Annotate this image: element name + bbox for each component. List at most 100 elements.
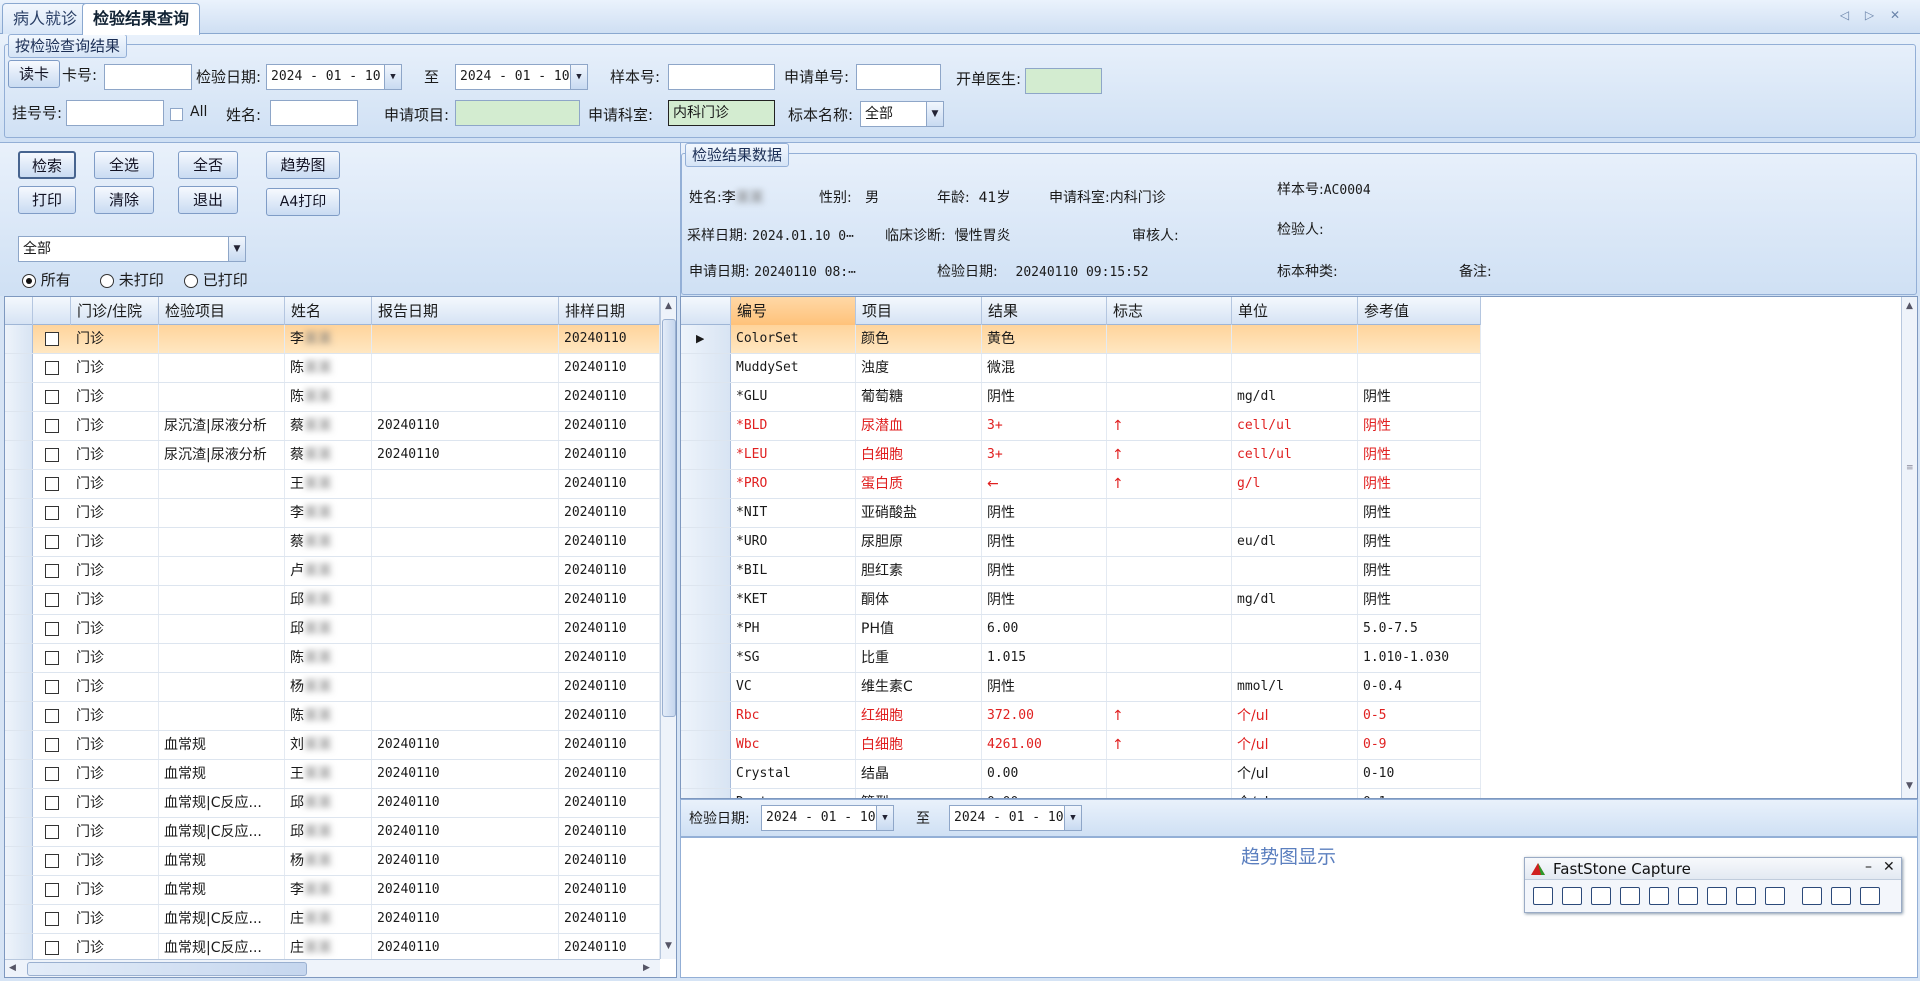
result-row[interactable]: Wbc 白细胞 4261.00 ↑ 个/ul 0-9 [681, 731, 1481, 760]
name-input[interactable] [270, 100, 358, 126]
chevron-down-icon[interactable]: ▼ [228, 237, 245, 261]
col-header-unit[interactable]: 单位 [1232, 297, 1358, 325]
table-row[interactable]: 门诊 李某某 20240110 [5, 499, 660, 528]
chevron-down-icon[interactable]: ▼ [1064, 806, 1081, 830]
result-row[interactable]: *BIL 胆红素 阴性 阴性 [681, 557, 1481, 586]
result-row[interactable]: *URO 尿胆原 阴性 eu/dl 阴性 [681, 528, 1481, 557]
capture-fullscreen-icon[interactable] [1678, 887, 1698, 905]
row-checkbox[interactable] [45, 564, 59, 578]
table-row[interactable]: 门诊 陈某某 20240110 [5, 383, 660, 412]
scroll-down-icon[interactable]: ▼ [665, 941, 672, 951]
row-checkbox[interactable] [45, 622, 59, 636]
sample-no-input[interactable] [668, 64, 775, 90]
capture-open-icon[interactable] [1533, 887, 1553, 905]
radio-unprinted-dot[interactable] [100, 273, 114, 288]
row-checkbox[interactable] [45, 477, 59, 491]
col-header-code[interactable]: 编号 [731, 297, 856, 325]
tab-lab-result-query[interactable]: 检验结果查询 [82, 3, 201, 35]
capture-freehand-icon[interactable] [1649, 887, 1669, 905]
row-header[interactable] [681, 702, 731, 730]
capture-object-icon[interactable] [1591, 887, 1611, 905]
select-none-button[interactable]: 全否 [178, 151, 238, 179]
all-checkbox[interactable] [170, 108, 183, 121]
row-header[interactable] [5, 441, 33, 469]
radio-printed-dot[interactable] [184, 273, 198, 288]
result-row[interactable]: *GLU 葡萄糖 阴性 mg/dl 阴性 [681, 383, 1481, 412]
tab-patient-visit[interactable]: 病人就诊 [2, 3, 89, 34]
request-dept-input[interactable]: 内科门诊 [668, 100, 775, 126]
row-header[interactable] [5, 557, 33, 585]
row-header[interactable] [5, 905, 33, 933]
row-header[interactable] [681, 789, 731, 798]
col-header-type[interactable]: 门诊/住院 [71, 297, 159, 325]
col-header-sched-date[interactable]: 排样日期 [559, 297, 660, 325]
timer-icon[interactable] [1802, 887, 1822, 905]
row-checkbox[interactable] [45, 941, 59, 955]
row-header[interactable]: ▶ [681, 325, 731, 353]
result-row[interactable]: *KET 酮体 阴性 mg/dl 阴性 [681, 586, 1481, 615]
row-header[interactable] [681, 673, 731, 701]
col-header-report-date[interactable]: 报告日期 [372, 297, 559, 325]
row-header[interactable] [681, 760, 731, 788]
close-icon[interactable]: ✕ [1883, 859, 1895, 875]
row-header[interactable] [681, 731, 731, 759]
row-header[interactable] [681, 499, 731, 527]
a4-print-button[interactable]: A4打印 [266, 188, 340, 216]
trend-date-to[interactable]: 2024 - 01 - 10 ▼ [949, 805, 1082, 831]
capture-fixed-icon[interactable] [1736, 887, 1756, 905]
radio-unprinted[interactable]: 未打印 [100, 269, 164, 290]
col-header-ref[interactable]: 参考值 [1358, 297, 1481, 325]
col-header-flag[interactable]: 标志 [1107, 297, 1232, 325]
scroll-right-icon[interactable]: ▶ [643, 963, 650, 973]
table-row[interactable]: 门诊 李某某 20240110 [5, 325, 660, 354]
table-row[interactable]: 门诊 卢某某 20240110 [5, 557, 660, 586]
row-checkbox[interactable] [45, 390, 59, 404]
row-header[interactable] [5, 528, 33, 556]
trend-chart-button[interactable]: 趋势图 [266, 151, 340, 179]
patient-grid-hscroll[interactable]: ◀ ▶ [5, 959, 660, 977]
row-checkbox[interactable] [45, 651, 59, 665]
result-row[interactable]: Crystal 结晶 0.00 个/ul 0-10 [681, 760, 1481, 789]
row-checkbox[interactable] [45, 709, 59, 723]
row-header[interactable] [681, 470, 731, 498]
result-grid-vscroll[interactable]: ▲ ≡ ▼ [1901, 297, 1917, 798]
result-row[interactable]: *BLD 尿潜血 3+ ↑ cell/ul 阴性 [681, 412, 1481, 441]
row-header[interactable] [5, 673, 33, 701]
table-row[interactable]: 门诊 血常规|C反应... 邱某某 20240110 20240110 [5, 789, 660, 818]
result-row[interactable]: *NIT 亚硝酸盐 阴性 阴性 [681, 499, 1481, 528]
request-no-input[interactable] [856, 64, 941, 90]
row-header[interactable] [5, 847, 33, 875]
row-header[interactable] [5, 383, 33, 411]
table-row[interactable]: 门诊 邱某某 20240110 [5, 586, 660, 615]
table-row[interactable]: 门诊 王某某 20240110 [5, 470, 660, 499]
scroll-grip-icon[interactable]: ≡ [1906, 463, 1914, 473]
table-row[interactable]: 门诊 陈某某 20240110 [5, 354, 660, 383]
result-row[interactable]: VC 维生素C 阴性 mmol/l 0-0.4 [681, 673, 1481, 702]
scroll-left-icon[interactable]: ◀ [9, 963, 16, 973]
print-filter-select[interactable]: 全部 ▼ [18, 236, 246, 262]
row-checkbox[interactable] [45, 361, 59, 375]
row-header[interactable] [681, 615, 731, 643]
table-row[interactable]: 门诊 尿沉渣|尿液分析 蔡某某 20240110 20240110 [5, 441, 660, 470]
row-header[interactable] [5, 354, 33, 382]
trend-date-from[interactable]: 2024 - 01 - 10 ▼ [761, 805, 894, 831]
col-header-name[interactable]: 姓名 [285, 297, 372, 325]
clear-button[interactable]: 清除 [94, 186, 154, 214]
row-checkbox[interactable] [45, 883, 59, 897]
color-picker-icon[interactable] [1831, 887, 1851, 905]
capture-scroll-icon[interactable] [1707, 887, 1727, 905]
capture-rect-icon[interactable] [1620, 887, 1640, 905]
row-checkbox[interactable] [45, 767, 59, 781]
result-row[interactable]: Duct管型0.00 个/ul0-1 [681, 789, 1481, 798]
row-checkbox[interactable] [45, 854, 59, 868]
patient-grid-hscroll-thumb[interactable] [27, 962, 307, 976]
patient-grid-vscroll-thumb[interactable] [662, 319, 676, 717]
row-checkbox[interactable] [45, 593, 59, 607]
patient-grid-vscroll[interactable]: ▲ ▼ [660, 297, 676, 959]
row-header[interactable] [681, 354, 731, 382]
row-header[interactable] [5, 818, 33, 846]
select-all-button[interactable]: 全选 [94, 151, 154, 179]
result-row[interactable]: *PRO 蛋白质 ← ↑ g/l 阴性 [681, 470, 1481, 499]
table-row[interactable]: 门诊 杨某某 20240110 [5, 673, 660, 702]
chevron-down-icon[interactable]: ▼ [570, 65, 587, 89]
